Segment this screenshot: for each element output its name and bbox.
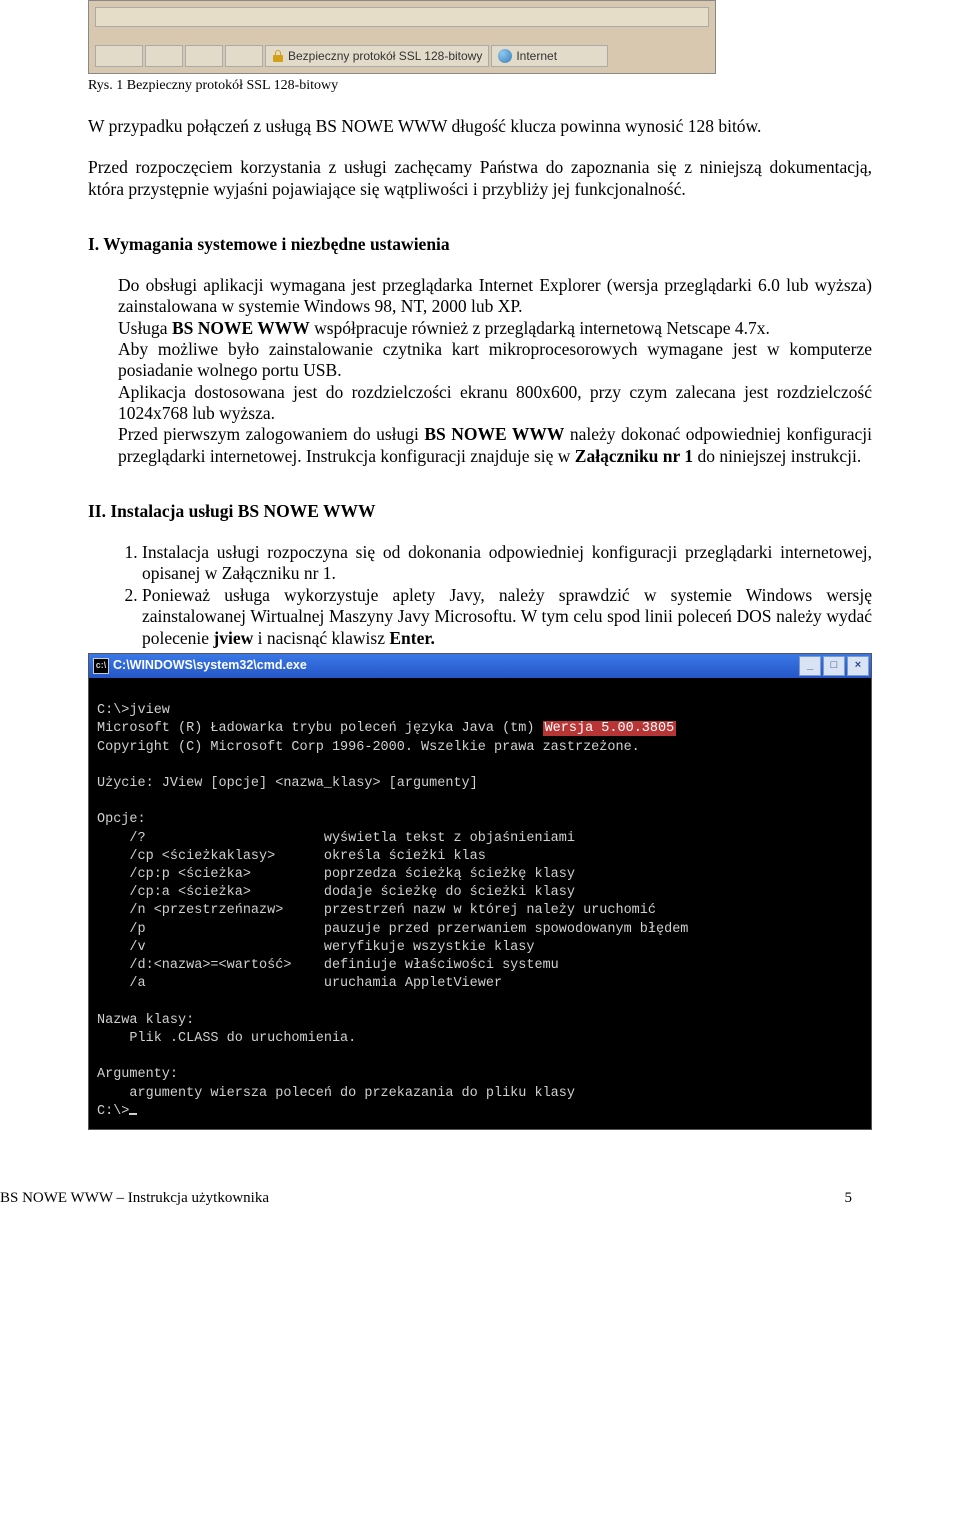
intro-para-2: Przed rozpoczęciem korzystania z usługi …: [88, 157, 872, 200]
list-item: Instalacja usługi rozpoczyna się od doko…: [142, 542, 872, 585]
lock-icon: [272, 50, 284, 62]
cmd-window-screenshot: c:\ C:\WINDOWS\system32\cmd.exe _ □ × C:…: [88, 653, 872, 1130]
minimize-button[interactable]: _: [799, 656, 821, 676]
install-list: Instalacja usługi rozpoczyna się od doko…: [88, 542, 872, 649]
intro-para-1: W przypadku połączeń z usługą BS NOWE WW…: [88, 116, 872, 137]
list-item: Ponieważ usługa wykorzystuje aplety Javy…: [142, 585, 872, 649]
ssl-status-label: Bezpieczny protokół SSL 128-bitowy: [288, 49, 482, 63]
footer-left: BS NOWE WWW – Instrukcja użytkownika: [0, 1190, 269, 1207]
section-1-body: Do obsługi aplikacji wymagana jest przeg…: [118, 275, 872, 467]
maximize-button[interactable]: □: [823, 656, 845, 676]
section-2-heading: II. Instalacja usługi BS NOWE WWW: [88, 501, 872, 522]
zone-label: Internet: [516, 49, 557, 63]
footer-page-number: 5: [845, 1190, 853, 1207]
page-footer: BS NOWE WWW – Instrukcja użytkownika 5: [0, 1170, 960, 1230]
globe-icon: [498, 49, 512, 63]
statusbar-screenshot: Bezpieczny protokół SSL 128-bitowy Inter…: [88, 0, 716, 74]
cmd-titlebar: c:\ C:\WINDOWS\system32\cmd.exe _ □ ×: [89, 654, 871, 678]
figure-caption: Rys. 1 Bezpieczny protokół SSL 128-bitow…: [88, 78, 872, 94]
cmd-title: C:\WINDOWS\system32\cmd.exe: [113, 657, 307, 674]
close-button[interactable]: ×: [847, 656, 869, 676]
section-1-heading: I. Wymagania systemowe i niezbędne ustaw…: [88, 234, 872, 255]
cmd-icon: c:\: [93, 658, 109, 674]
cmd-output: C:\>jview Microsoft (R) Ładowarka trybu …: [89, 678, 871, 1129]
